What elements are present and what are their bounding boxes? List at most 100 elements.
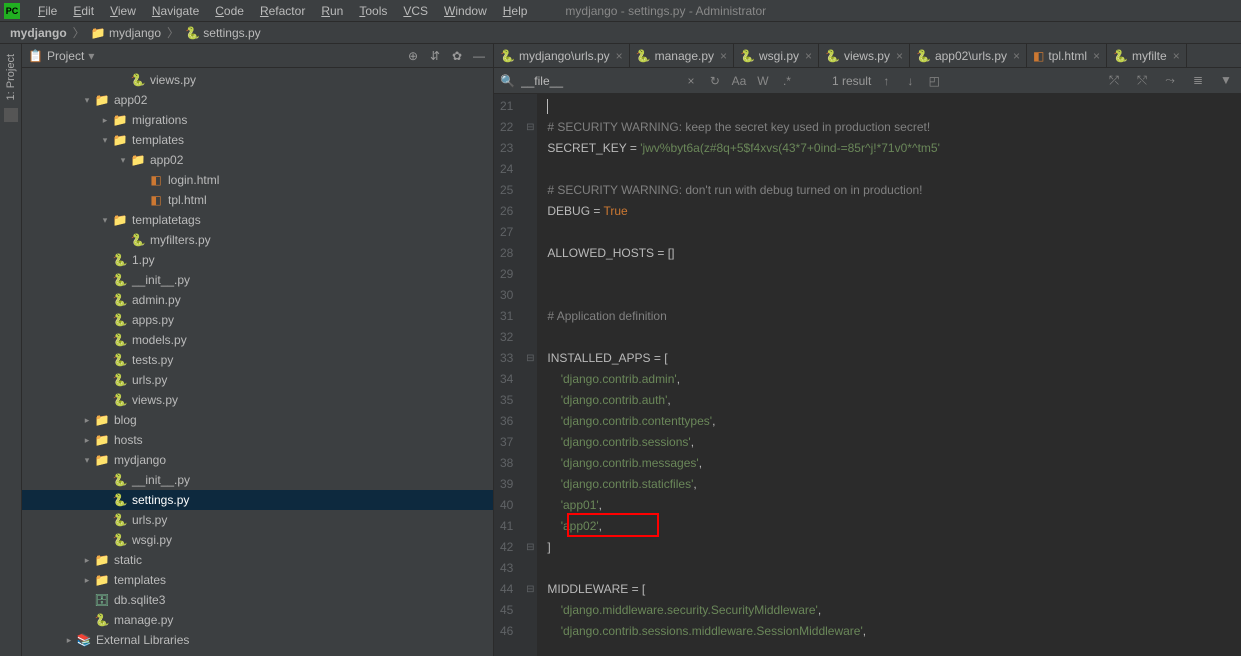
expand-arrow-icon[interactable]: ▸ (62, 635, 76, 646)
fold-toggle[interactable]: ⊟ (523, 537, 537, 558)
tree-item[interactable]: ▸📚External Libraries (22, 630, 493, 650)
code-line[interactable]: 'django.contrib.sessions.middleware.Sess… (547, 621, 1241, 642)
line-number[interactable]: 41 (500, 516, 513, 537)
line-number[interactable]: 37 (500, 432, 513, 453)
code-line[interactable]: 'django.contrib.messages', (547, 453, 1241, 474)
code-line[interactable] (547, 285, 1241, 306)
tool-icon[interactable]: ⤳ (1161, 73, 1179, 88)
gear-icon[interactable]: ✿ (449, 48, 465, 64)
tree-item[interactable]: ▸📁hosts (22, 430, 493, 450)
tree-item[interactable]: ▾📁templatetags (22, 210, 493, 230)
expand-arrow-icon[interactable]: ▸ (80, 575, 94, 586)
tree-item[interactable]: 🐍__init__.py (22, 470, 493, 490)
expand-arrow-icon[interactable]: ▸ (80, 435, 94, 446)
tree-item[interactable]: 🐍manage.py (22, 610, 493, 630)
menu-vcs[interactable]: VCS (395, 2, 436, 20)
expand-arrow-icon[interactable]: ▸ (80, 415, 94, 426)
clear-search-icon[interactable]: × (682, 74, 700, 88)
crumb-file[interactable]: 🐍 settings.py (181, 26, 265, 40)
menu-refactor[interactable]: Refactor (252, 2, 313, 20)
tree-item[interactable]: ▾📁app02 (22, 150, 493, 170)
code-line[interactable] (547, 327, 1241, 348)
editor-tab[interactable]: 🐍manage.py× (630, 44, 734, 67)
tree-item[interactable]: ▸📁static (22, 550, 493, 570)
code-line[interactable]: # SECURITY WARNING: keep the secret key … (547, 117, 1241, 138)
menu-window[interactable]: Window (436, 2, 495, 20)
tree-item[interactable]: 🐍wsgi.py (22, 530, 493, 550)
dropdown-icon[interactable]: ▾ (88, 49, 94, 63)
tree-item[interactable]: 🐍tests.py (22, 350, 493, 370)
menu-edit[interactable]: Edit (65, 2, 102, 20)
tree-item[interactable]: 🐍settings.py (22, 490, 493, 510)
code-line[interactable]: ALLOWED_HOSTS = [] (547, 243, 1241, 264)
line-number[interactable]: 22 (500, 117, 513, 138)
tree-item[interactable]: ◧tpl.html (22, 190, 493, 210)
crumb-folder[interactable]: 📁 mydjango (87, 26, 165, 40)
editor-tab[interactable]: 🐍wsgi.py× (734, 44, 819, 67)
expand-arrow-icon[interactable]: ▾ (80, 95, 94, 106)
expand-arrow-icon[interactable]: ▾ (80, 455, 94, 466)
code-line[interactable] (547, 264, 1241, 285)
tree-item[interactable]: ▾📁mydjango (22, 450, 493, 470)
hide-icon[interactable]: — (471, 48, 487, 64)
line-number[interactable]: 39 (500, 474, 513, 495)
tree-item[interactable]: ▸📁migrations (22, 110, 493, 130)
tree-item[interactable]: 🐍1.py (22, 250, 493, 270)
fold-toggle[interactable]: ⊟ (523, 117, 537, 138)
code-line[interactable]: # SECURITY WARNING: don't run with debug… (547, 180, 1241, 201)
line-number[interactable]: 35 (500, 390, 513, 411)
fold-toggle[interactable]: ⊟ (523, 579, 537, 600)
project-tree[interactable]: 🐍views.py▾📁app02▸📁migrations▾📁templates▾… (22, 68, 493, 656)
menu-tools[interactable]: Tools (351, 2, 395, 20)
line-number[interactable]: 46 (500, 621, 513, 642)
close-tab-icon[interactable]: × (720, 49, 727, 63)
line-gutter[interactable]: 2122232425262728293031323334353637383940… (494, 94, 523, 656)
menu-code[interactable]: Code (207, 2, 252, 20)
tree-item[interactable]: ▾📁app02 (22, 90, 493, 110)
line-number[interactable]: 32 (500, 327, 513, 348)
code-line[interactable]: 'django.contrib.sessions', (547, 432, 1241, 453)
tree-item[interactable]: 🐍myfilters.py (22, 230, 493, 250)
close-tab-icon[interactable]: × (1013, 49, 1020, 63)
fold-toggle[interactable]: ⊟ (523, 348, 537, 369)
line-number[interactable]: 30 (500, 285, 513, 306)
select-all-icon[interactable]: ◰ (925, 74, 943, 88)
search-input[interactable] (521, 74, 676, 88)
fold-column[interactable]: ⊟ ⊟ ⊟ ⊟ (523, 94, 537, 656)
line-number[interactable]: 28 (500, 243, 513, 264)
line-number[interactable]: 45 (500, 600, 513, 621)
tree-item[interactable]: ▾📁templates (22, 130, 493, 150)
code-editor[interactable]: 2122232425262728293031323334353637383940… (494, 94, 1241, 656)
collapse-icon[interactable]: ⇵ (427, 48, 443, 64)
tree-item[interactable]: 🐍__init__.py (22, 270, 493, 290)
tree-item[interactable]: 🐍apps.py (22, 310, 493, 330)
code-line[interactable]: 'django.contrib.admin', (547, 369, 1241, 390)
strip-icon[interactable] (4, 108, 18, 122)
editor-tab[interactable]: 🐍myfilte× (1107, 44, 1187, 67)
code-line[interactable] (547, 222, 1241, 243)
menu-help[interactable]: Help (495, 2, 536, 20)
expand-arrow-icon[interactable]: ▾ (98, 215, 112, 226)
expand-arrow-icon[interactable]: ▾ (116, 155, 130, 166)
filter-icon[interactable]: ▼ (1217, 73, 1235, 88)
close-tab-icon[interactable]: × (805, 49, 812, 63)
code-line[interactable]: MIDDLEWARE = [ (547, 579, 1241, 600)
code-line[interactable]: 'app01', (547, 495, 1241, 516)
close-tab-icon[interactable]: × (1093, 49, 1100, 63)
match-case-toggle[interactable]: Aa (730, 74, 748, 88)
editor-tab[interactable]: 🐍app02\urls.py× (910, 44, 1027, 67)
line-number[interactable]: 29 (500, 264, 513, 285)
line-number[interactable]: 38 (500, 453, 513, 474)
code-line[interactable] (547, 96, 1241, 117)
line-number[interactable]: 36 (500, 411, 513, 432)
tree-item[interactable]: 🐍views.py (22, 390, 493, 410)
code-line[interactable]: 'app02', (547, 516, 1241, 537)
line-number[interactable]: 27 (500, 222, 513, 243)
expand-arrow-icon[interactable]: ▸ (80, 555, 94, 566)
code-line[interactable]: DEBUG = True (547, 201, 1241, 222)
next-match-icon[interactable]: ↓ (901, 74, 919, 88)
line-number[interactable]: 43 (500, 558, 513, 579)
tool-icon[interactable]: ⤲ (1133, 73, 1151, 88)
history-icon[interactable]: ↻ (706, 74, 724, 88)
tree-item[interactable]: ▸📁blog (22, 410, 493, 430)
